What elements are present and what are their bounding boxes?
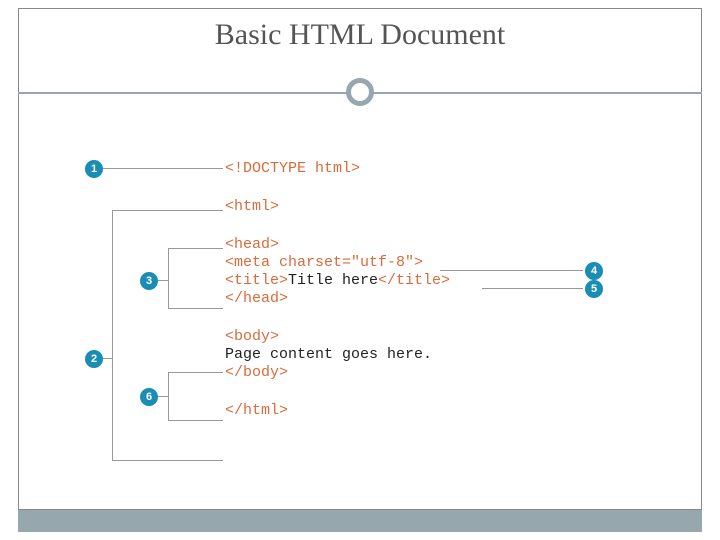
connector-line [168,308,223,309]
code-head-block: <head> <meta charset="utf-8"> <title>Tit… [225,236,565,308]
connector-line [158,396,168,397]
html-open-tag: <html> [225,198,279,215]
body-open-tag: <body> [225,328,279,345]
divider-circle-icon [346,78,374,106]
connector-line [440,270,583,271]
connector-line [168,248,223,249]
code-body-block: <body> Page content goes here. </body> [225,328,565,382]
body-text: Page content goes here. [225,346,432,363]
slide-title: Basic HTML Document [0,18,720,52]
callout-badge-6: 6 [140,388,158,406]
title-close-tag: </title> [378,272,450,289]
body-close-tag: </body> [225,364,288,381]
connector-line [482,288,583,289]
title-open-tag: <title> [225,272,288,289]
doctype-tag: <!DOCTYPE html> [225,160,360,177]
head-open-tag: <head> [225,236,279,253]
footer-bar [18,510,702,532]
connector-line [168,248,169,308]
connector-line [103,358,113,359]
connector-line [112,210,223,211]
callout-badge-5: 5 [585,280,603,298]
meta-tag: <meta charset="utf-8"> [225,254,423,271]
title-text: Title here [288,272,378,289]
connector-line [158,280,168,281]
callout-badge-2: 2 [85,350,103,368]
code-diagram: <!DOCTYPE html> <html> <head> <meta char… [225,160,565,440]
connector-line [112,210,113,460]
callout-badge-1: 1 [85,160,103,178]
head-close-tag: </head> [225,290,288,307]
connector-line [168,372,169,420]
connector-line [168,420,223,421]
callout-badge-3: 3 [140,272,158,290]
connector-line [112,460,223,461]
callout-badge-4: 4 [585,262,603,280]
connector-line [168,372,223,373]
html-close-tag: </html> [225,402,288,419]
code-html-open: <html> [225,198,565,216]
code-html-close: </html> [225,402,565,420]
connector-line [103,168,223,169]
code-doctype: <!DOCTYPE html> [225,160,565,178]
